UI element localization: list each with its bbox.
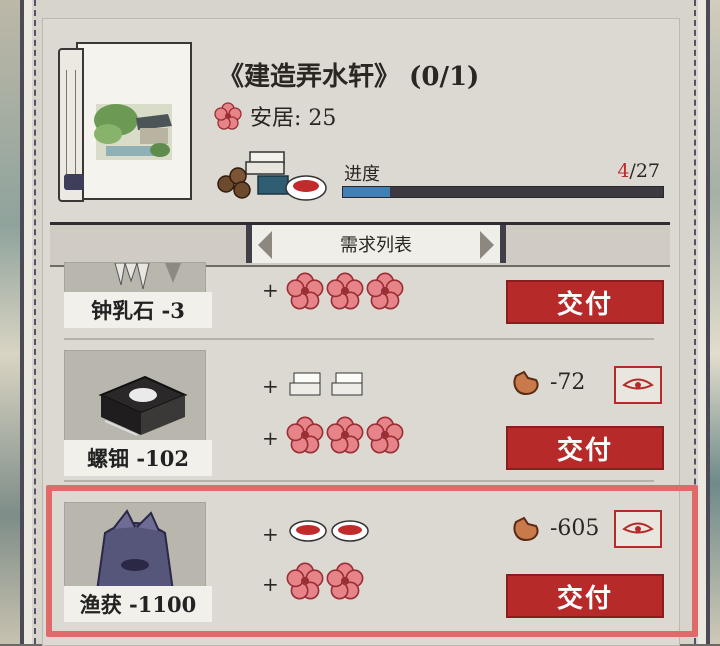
lacquer-box-icon	[64, 350, 206, 444]
stone-slab-icon	[331, 372, 363, 396]
comfort-requirement	[286, 272, 404, 310]
plus-sign: +	[262, 278, 279, 302]
item-name: 钟乳石 -3	[64, 292, 212, 328]
build-progress: 进度 4/27	[212, 148, 664, 204]
deliver-button[interactable]: 交付	[506, 426, 664, 470]
stone-requirement	[286, 370, 368, 400]
stone-slab-icon	[289, 372, 321, 396]
building-book-icon	[58, 42, 192, 202]
materials-icon	[217, 151, 327, 201]
comfort-stat: 安居: 25	[214, 98, 336, 134]
comfort-label: 安居: 25	[250, 106, 337, 131]
item-name: 螺钿 -102	[64, 440, 212, 476]
tab-requirements[interactable]: 需求列表	[246, 225, 506, 263]
cost-value: -72	[550, 369, 586, 395]
progress-fill	[343, 187, 391, 197]
progress-label: 进度	[344, 164, 380, 185]
plus-sign: +	[262, 374, 279, 398]
flower-icon	[326, 416, 364, 454]
flower-icon	[214, 102, 242, 130]
flower-icon	[366, 416, 404, 454]
flower-icon	[326, 272, 364, 310]
progress-bar	[342, 186, 664, 198]
eye-icon	[622, 378, 654, 390]
selection-highlight	[46, 485, 698, 637]
stalactite-icon	[64, 261, 206, 294]
flower-icon	[286, 272, 324, 310]
cost-display: -72	[510, 368, 585, 396]
list-item: 螺钿 -102 + + -72 交付	[50, 350, 670, 476]
deliver-button[interactable]: 交付	[506, 280, 664, 324]
flower-icon	[366, 272, 404, 310]
coin-pouch-icon	[513, 370, 539, 396]
requirements-header: 需求列表	[50, 222, 670, 267]
building-title: 《建造弄水轩》 (0/1)	[218, 62, 480, 92]
flower-icon	[286, 416, 324, 454]
divider	[64, 480, 654, 482]
divider	[64, 338, 654, 340]
plus-sign: +	[262, 426, 279, 450]
list-item: 钟乳石 -3 + 交付	[50, 261, 670, 332]
view-button[interactable]	[614, 366, 662, 404]
comfort-requirement	[286, 416, 404, 454]
progress-count: 4/27	[617, 160, 660, 182]
